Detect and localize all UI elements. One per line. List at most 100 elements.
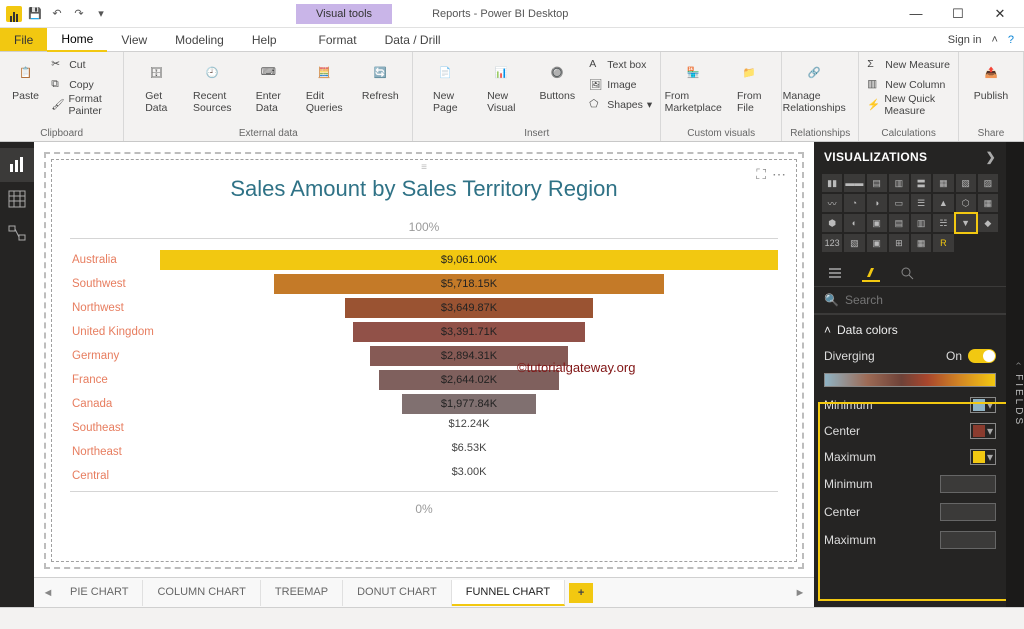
model-view-button[interactable] [0, 216, 34, 250]
viz-gallery-item[interactable]: ▦ [978, 194, 998, 212]
paste-button[interactable]: 📋 Paste [8, 56, 43, 102]
viz-gallery-item[interactable]: ◆ [978, 214, 998, 232]
data-drill-tab[interactable]: Data / Drill [371, 29, 455, 51]
publish-button[interactable]: 📤Publish [967, 56, 1015, 102]
funnel-bar[interactable]: $5,718.15K [274, 274, 664, 294]
format-tab-icon[interactable] [862, 264, 880, 282]
minimum-color-picker[interactable]: ▾ [970, 397, 996, 413]
viz-gallery-item[interactable]: ☰ [911, 194, 931, 212]
center-color-picker[interactable]: ▾ [970, 423, 996, 439]
fields-pane-collapsed[interactable]: ‹ FIELDS [1006, 142, 1024, 607]
save-icon[interactable]: 💾 [26, 5, 44, 23]
diverging-toggle[interactable] [968, 349, 996, 363]
enter-data-button[interactable]: ⌨Enter Data [244, 56, 292, 114]
from-file-button[interactable]: 📁From File [725, 56, 773, 114]
from-marketplace-button[interactable]: 🏪From Marketplace [669, 56, 717, 114]
sheet-tab[interactable]: COLUMN CHART [143, 580, 260, 606]
viz-gallery-item[interactable]: ▦ [911, 234, 931, 252]
viz-gallery-item[interactable]: 123 [822, 234, 842, 252]
maximize-button[interactable]: ☐ [938, 0, 978, 28]
data-view-button[interactable] [0, 182, 34, 216]
close-button[interactable]: ✕ [980, 0, 1020, 28]
funnel-visual[interactable]: ≡ ⛶ ⋯ Sales Amount by Sales Territory Re… [52, 160, 796, 561]
sheet-tab[interactable]: FUNNEL CHART [452, 580, 565, 606]
fields-tab-icon[interactable] [826, 264, 844, 282]
sheet-tab[interactable]: DONUT CHART [343, 580, 452, 606]
maximum-value-input[interactable] [940, 531, 996, 549]
qat-dropdown-icon[interactable]: ▾ [92, 5, 110, 23]
viz-gallery-item[interactable]: ▧ [844, 234, 864, 252]
viz-gallery-item[interactable]: ◐ [844, 214, 864, 232]
viz-gallery-item[interactable]: ◔ [844, 194, 864, 212]
sheet-prev-button[interactable]: ◄ [40, 587, 56, 599]
viz-gallery-item[interactable]: ▥ [911, 214, 931, 232]
copy-button[interactable]: ⧉Copy [51, 76, 115, 94]
manage-relationships-button[interactable]: 🔗Manage Relationships [790, 56, 838, 114]
modeling-tab[interactable]: Modeling [161, 29, 238, 51]
format-search-input[interactable] [845, 293, 1000, 307]
viz-gallery-item[interactable]: ▭ [889, 194, 909, 212]
redo-icon[interactable]: ↷ [70, 5, 88, 23]
viz-gallery-item[interactable]: ▧ [956, 174, 976, 192]
viz-gallery-item[interactable]: ▼ [956, 214, 976, 232]
visual-grip-icon[interactable]: ≡ [421, 162, 427, 173]
focus-mode-icon[interactable]: ⛶ [756, 166, 766, 183]
new-visual-button[interactable]: 📊New Visual [477, 56, 525, 114]
recent-sources-button[interactable]: 🕘Recent Sources [188, 56, 236, 114]
minimum-value-input[interactable] [940, 475, 996, 493]
funnel-bar[interactable]: $3,391.71K [353, 322, 584, 342]
get-data-button[interactable]: 🗄Get Data [132, 56, 180, 114]
center-value-input[interactable] [940, 503, 996, 521]
new-measure-button[interactable]: ΣNew Measure [867, 56, 950, 74]
file-tab[interactable]: File [0, 28, 47, 51]
report-view-button[interactable] [0, 148, 34, 182]
shapes-button[interactable]: ⬠Shapes ▾ [589, 96, 652, 114]
help-tab[interactable]: Help [238, 29, 291, 51]
maximum-color-picker[interactable]: ▾ [970, 449, 996, 465]
minimize-button[interactable]: — [896, 0, 936, 28]
cut-button[interactable]: ✂Cut [51, 56, 115, 74]
format-painter-button[interactable]: 🖌Format Painter [51, 96, 115, 114]
viz-gallery-item[interactable]: ⊞ [889, 234, 909, 252]
view-tab[interactable]: View [107, 29, 161, 51]
visual-options-icon[interactable]: ⋯ [772, 166, 786, 183]
viz-gallery-item[interactable]: ▲ [933, 194, 953, 212]
viz-gallery-item[interactable]: 〰 [822, 194, 842, 212]
textbox-button[interactable]: AText box [589, 56, 652, 74]
ribbon-collapse-icon[interactable]: ˄ [991, 34, 997, 46]
home-tab[interactable]: Home [47, 28, 107, 52]
buttons-button[interactable]: 🔘Buttons [533, 56, 581, 102]
new-page-button[interactable]: 📄New Page [421, 56, 469, 114]
viz-gallery-item[interactable]: ▤ [889, 214, 909, 232]
report-canvas[interactable]: ≡ ⛶ ⋯ Sales Amount by Sales Territory Re… [44, 152, 804, 569]
funnel-bar[interactable]: $9,061.00K [160, 250, 778, 270]
analytics-tab-icon[interactable] [898, 264, 916, 282]
sheet-tab[interactable]: TREEMAP [261, 580, 343, 606]
sheet-next-button[interactable]: ► [792, 587, 808, 599]
data-colors-section-header[interactable]: ˄ Data colors [814, 315, 1006, 345]
edit-queries-button[interactable]: 🧮Edit Queries [300, 56, 348, 114]
refresh-button[interactable]: 🔄Refresh [356, 56, 404, 102]
viz-gallery-item[interactable]: ▥ [889, 174, 909, 192]
viz-gallery-item[interactable]: ⬢ [822, 214, 842, 232]
add-sheet-button[interactable]: + [569, 583, 593, 603]
viz-gallery-item[interactable]: ◑ [867, 194, 887, 212]
viz-gallery-item[interactable]: ▣ [867, 234, 887, 252]
undo-icon[interactable]: ↶ [48, 5, 66, 23]
format-tab[interactable]: Format [305, 29, 371, 51]
viz-gallery-item[interactable]: R [933, 234, 953, 252]
collapse-pane-icon[interactable]: ❯ [986, 150, 996, 164]
image-button[interactable]: 🖼Image [589, 76, 652, 94]
viz-gallery-item[interactable]: ▮▮ [822, 174, 842, 192]
viz-gallery-item[interactable]: 〓 [911, 174, 931, 192]
viz-gallery-item[interactable]: ▣ [867, 214, 887, 232]
funnel-bar[interactable]: $3,649.87K [345, 298, 594, 318]
viz-gallery-item[interactable]: ▤ [867, 174, 887, 192]
viz-gallery-item[interactable]: ▬▬ [844, 174, 864, 192]
sign-in-link[interactable]: Sign in [948, 34, 982, 46]
help-icon[interactable]: ? [1008, 34, 1014, 46]
new-quick-measure-button[interactable]: ⚡New Quick Measure [867, 96, 950, 114]
sheet-tab[interactable]: PIE CHART [56, 580, 143, 606]
new-column-button[interactable]: ▥New Column [867, 76, 950, 94]
funnel-bar[interactable]: $1,977.84K [402, 394, 537, 414]
